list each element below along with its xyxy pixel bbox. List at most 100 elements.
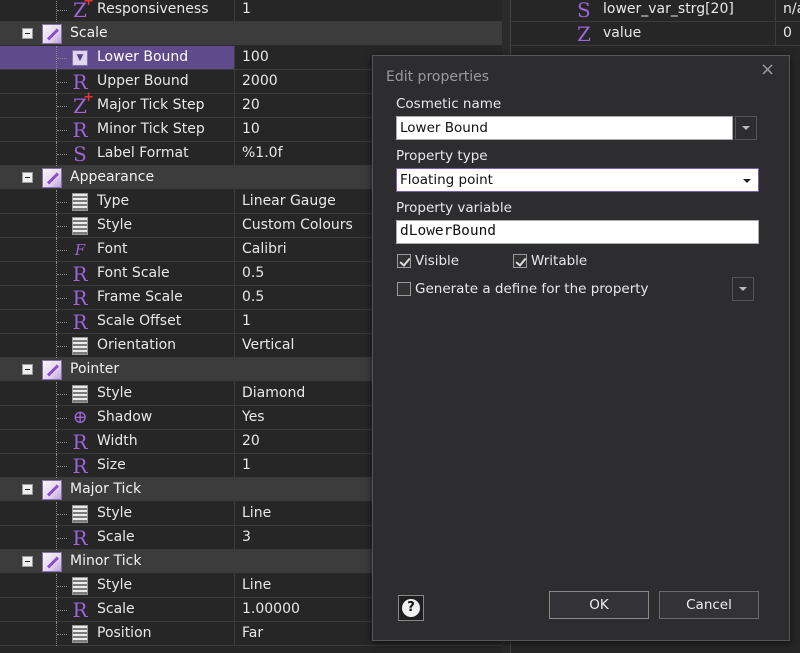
property-value[interactable]: 1.00000 xyxy=(242,601,300,617)
property-value[interactable]: Vertical xyxy=(242,337,294,353)
string-icon: S xyxy=(73,142,87,166)
tree-line xyxy=(56,214,67,238)
property-name-cell: Style xyxy=(0,574,235,598)
property-value[interactable]: 3 xyxy=(242,529,251,545)
property-label: Shadow xyxy=(97,409,153,425)
property-name-cell: Scale xyxy=(0,22,502,45)
property-value[interactable]: 0.5 xyxy=(242,265,264,281)
writable-checkbox[interactable] xyxy=(513,254,527,268)
real-icon: R xyxy=(72,526,88,550)
property-label: Responsiveness xyxy=(97,1,209,17)
property-name-cell: R Size xyxy=(0,454,235,478)
property-value[interactable]: Yes xyxy=(242,409,265,425)
property-variable-input[interactable]: dLowerBound xyxy=(396,220,759,244)
font-icon: F xyxy=(74,241,86,259)
property-name-cell: Position xyxy=(0,622,235,646)
property-label: Scale xyxy=(97,529,135,545)
collapse-toggle-icon[interactable] xyxy=(22,172,33,183)
category-row-scale[interactable]: Scale xyxy=(0,22,502,46)
tree-line xyxy=(56,142,67,166)
collapse-toggle-icon[interactable] xyxy=(22,484,33,495)
variable-name-cell: Slower_var_strg[20] xyxy=(511,0,776,22)
tree-line xyxy=(56,94,67,118)
list-icon xyxy=(72,193,88,211)
property-label: Style xyxy=(97,385,133,401)
tree-line xyxy=(56,190,67,214)
generate-define-checkbox[interactable] xyxy=(397,282,411,296)
property-value[interactable]: 1 xyxy=(242,457,251,473)
collapse-toggle-icon[interactable] xyxy=(22,364,33,375)
visible-checkbox[interactable] xyxy=(397,254,411,268)
category-icon xyxy=(42,552,62,572)
variable-row-value[interactable]: Zvalue 0 xyxy=(511,22,800,46)
string-icon: S xyxy=(577,0,591,22)
cancel-button[interactable]: Cancel xyxy=(659,591,759,619)
property-label: Minor Tick Step xyxy=(97,121,205,137)
property-name-cell: R Upper Bound xyxy=(0,70,235,94)
category-label: Major Tick xyxy=(70,481,142,497)
tree-line xyxy=(56,238,67,262)
cosmetic-name-value: Lower Bound xyxy=(400,120,488,136)
property-label: Position xyxy=(97,625,152,641)
property-value[interactable]: 2000 xyxy=(242,73,278,89)
ok-button[interactable]: OK xyxy=(549,591,649,619)
integer-plus-icon: Z xyxy=(70,0,94,21)
visible-label: Visible xyxy=(415,253,460,269)
tree-line xyxy=(56,46,67,70)
property-name-cell: R Scale xyxy=(0,598,235,622)
category-label: Appearance xyxy=(70,169,155,185)
category-icon xyxy=(42,360,62,380)
tree-line xyxy=(56,574,67,598)
help-button[interactable]: ? xyxy=(398,595,424,621)
property-value[interactable]: 1 xyxy=(242,1,251,17)
help-icon: ? xyxy=(402,599,420,617)
generate-define-label: Generate a define for the property xyxy=(415,281,649,297)
property-label: Label Format xyxy=(97,145,189,161)
property-value[interactable]: 0.5 xyxy=(242,289,264,305)
cosmetic-name-combo[interactable]: Lower Bound xyxy=(396,116,733,140)
real-icon: R xyxy=(72,286,88,310)
property-name-cell: R Frame Scale xyxy=(0,286,235,310)
property-name-cell: Style xyxy=(0,214,235,238)
property-name-cell: R Scale xyxy=(0,526,235,550)
tree-line xyxy=(56,382,67,406)
cosmetic-name-dropdown-button[interactable] xyxy=(735,116,757,140)
variable-label: lower_var_strg[20] xyxy=(603,1,734,17)
collapse-toggle-icon[interactable] xyxy=(22,28,33,39)
property-value[interactable]: Diamond xyxy=(242,385,305,401)
property-value[interactable]: Calibri xyxy=(242,241,287,257)
property-variable-label: Property variable xyxy=(396,200,512,216)
writable-label: Writable xyxy=(531,253,588,269)
category-icon xyxy=(42,480,62,500)
property-type-select[interactable]: Floating point xyxy=(396,168,759,192)
property-row-responsiveness[interactable]: ZResponsiveness 1 xyxy=(0,0,502,22)
property-value[interactable]: Custom Colours xyxy=(242,217,353,233)
real-icon: R xyxy=(72,454,88,478)
property-value[interactable]: Line xyxy=(242,505,271,521)
tree-line xyxy=(56,70,67,94)
tree-line xyxy=(56,310,67,334)
property-name-cell: F Font xyxy=(0,238,235,262)
close-icon[interactable]: × xyxy=(760,59,775,80)
property-label: Frame Scale xyxy=(97,289,183,305)
property-label: Major Tick Step xyxy=(97,97,205,113)
property-value[interactable]: 1 xyxy=(242,313,251,329)
property-label: Scale Offset xyxy=(97,313,182,329)
tree-line xyxy=(56,502,67,526)
list-icon xyxy=(72,505,88,523)
collapse-toggle-icon[interactable] xyxy=(22,556,33,567)
define-dropdown-button[interactable] xyxy=(732,277,754,301)
property-value[interactable]: %1.0f xyxy=(242,145,283,161)
property-value[interactable]: Far xyxy=(242,625,263,641)
boolean-target-icon: ⊕ xyxy=(72,407,88,428)
property-value[interactable]: Line xyxy=(242,577,271,593)
property-name-cell: R Width xyxy=(0,430,235,454)
property-value[interactable]: 20 xyxy=(242,97,260,113)
property-value[interactable]: 100 xyxy=(242,49,269,65)
variable-row-lower-var-strg-20[interactable]: Slower_var_strg[20] n/a xyxy=(511,0,800,22)
integer-plus-icon: Z xyxy=(70,87,94,117)
property-value[interactable]: Linear Gauge xyxy=(242,193,336,209)
property-label: Style xyxy=(97,505,133,521)
property-value[interactable]: 20 xyxy=(242,433,260,449)
property-value[interactable]: 10 xyxy=(242,121,260,137)
